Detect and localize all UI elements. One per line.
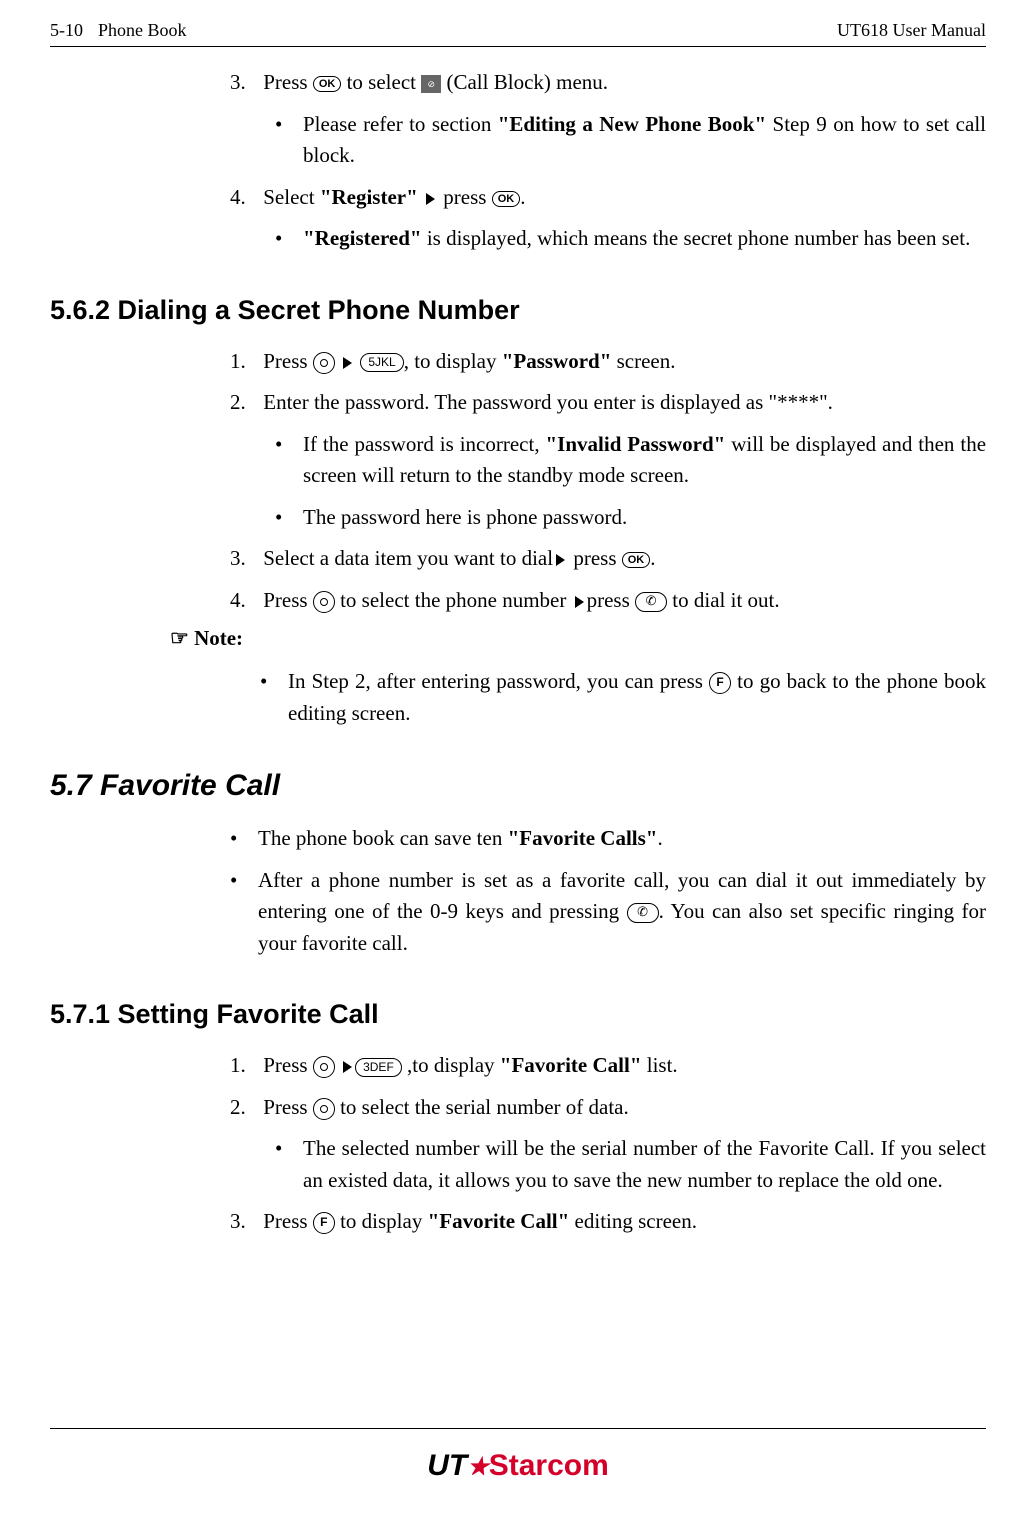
section-heading: 5.7.1 Setting Favorite Call	[50, 999, 986, 1030]
text: Press	[263, 588, 313, 612]
text: press	[438, 185, 492, 209]
doc-title: UT618 User Manual	[837, 20, 986, 41]
text-bold: "Register"	[320, 185, 418, 209]
list-item: 1. Press 3DEF ,to display "Favorite Call…	[230, 1050, 986, 1082]
list-item: 3. Select a data item you want to dial p…	[230, 543, 986, 575]
text: Press	[263, 1053, 313, 1077]
text: Press	[263, 70, 313, 94]
nav-circle-icon	[313, 352, 335, 374]
logo: UT★Starcom	[427, 1449, 609, 1482]
bullet-item: If the password is incorrect, "Invalid P…	[275, 429, 986, 492]
bullet-item: Please refer to section "Editing a New P…	[275, 109, 986, 172]
text: to display	[335, 1209, 428, 1233]
arrow-icon	[343, 357, 352, 369]
text: to select	[341, 70, 421, 94]
bullet-item: The password here is phone password.	[275, 502, 986, 534]
section-heading: 5.6.2 Dialing a Secret Phone Number	[50, 295, 986, 326]
text: editing screen.	[569, 1209, 697, 1233]
logo-ut: UT	[427, 1449, 467, 1482]
ok-button-icon: OK	[492, 191, 521, 207]
page-header: 5-10 Phone Book UT618 User Manual	[50, 20, 986, 47]
call-button-icon: ✆	[627, 903, 659, 923]
text-bold: "Favorite Call"	[500, 1053, 642, 1077]
bullet-item: The phone book can save ten "Favorite Ca…	[230, 823, 986, 855]
arrow-icon	[343, 1061, 352, 1073]
list-item: 3. Press F to display "Favorite Call" ed…	[230, 1206, 986, 1238]
text: to dial it out.	[667, 588, 780, 612]
text: Please refer to section	[303, 112, 498, 136]
logo-starcom: Starcom	[489, 1449, 609, 1482]
nav-circle-icon	[313, 591, 335, 613]
bullet-item: In Step 2, after entering password, you …	[260, 666, 986, 729]
text: If the password is incorrect,	[303, 432, 546, 456]
page-footer: UT★Starcom	[50, 1428, 986, 1483]
note-label: ☞ Note:	[170, 626, 986, 651]
list-item: 2. Press to select the serial number of …	[230, 1092, 986, 1124]
text: The phone book can save ten	[258, 826, 508, 850]
text: list.	[641, 1053, 677, 1077]
ok-button-icon: OK	[622, 552, 651, 568]
text: screen.	[611, 349, 675, 373]
text-bold: "Favorite Calls"	[508, 826, 658, 850]
text: Press	[263, 349, 313, 373]
section-name: Phone Book	[98, 20, 187, 41]
bullet-item: "Registered" is displayed, which means t…	[275, 223, 986, 255]
text: press	[568, 546, 622, 570]
list-item: 4. Press to select the phone number pres…	[230, 585, 986, 617]
arrow-icon	[556, 554, 565, 566]
call-button-icon: ✆	[635, 592, 667, 612]
text-bold: "Editing a New Phone Book"	[498, 112, 766, 136]
arrow-icon	[426, 193, 435, 205]
text: The selected number will be the serial n…	[303, 1136, 986, 1192]
list-item: 4. Select "Register" press OK.	[230, 182, 986, 214]
text-bold: "Invalid Password"	[546, 432, 726, 456]
text: Press	[263, 1209, 313, 1233]
section-heading-major: 5.7 Favorite Call	[50, 769, 986, 803]
key-5-icon: 5JKL	[360, 353, 403, 372]
text: to select the phone number	[335, 588, 572, 612]
bullet-item: After a phone number is set as a favorit…	[230, 865, 986, 960]
text: (Call Block) menu.	[441, 70, 608, 94]
logo-star-icon: ★	[467, 1454, 489, 1481]
list-item: 2. Enter the password. The password you …	[230, 387, 986, 419]
text: Enter the password. The password you ent…	[263, 390, 833, 414]
page-number: 5-10	[50, 20, 83, 41]
arrow-icon	[575, 596, 584, 608]
page-content: 3. Press OK to select ⊘ (Call Block) men…	[50, 67, 986, 1238]
text-bold: "Registered"	[303, 226, 422, 250]
text: is displayed, which means the secret pho…	[422, 226, 971, 250]
text: Select a data item you want to dial	[263, 546, 553, 570]
text-bold: "Password"	[502, 349, 612, 373]
list-item: 3. Press OK to select ⊘ (Call Block) men…	[230, 67, 986, 99]
nav-circle-icon	[313, 1098, 335, 1120]
text: press	[587, 588, 635, 612]
text-bold: "Favorite Call"	[428, 1209, 570, 1233]
bullet-item: The selected number will be the serial n…	[275, 1133, 986, 1196]
f-button-icon: F	[709, 672, 731, 694]
text: In Step 2, after entering password, you …	[288, 669, 709, 693]
f-button-icon: F	[313, 1212, 335, 1234]
list-item: 1. Press 5JKL, to display "Password" scr…	[230, 346, 986, 378]
call-block-icon: ⊘	[421, 75, 441, 93]
text: Press	[263, 1095, 313, 1119]
key-3-icon: 3DEF	[355, 1058, 402, 1077]
ok-button-icon: OK	[313, 76, 342, 92]
text: to select the serial number of data.	[335, 1095, 629, 1119]
hand-icon: ☞	[170, 626, 189, 650]
nav-circle-icon	[313, 1056, 335, 1078]
text: The password here is phone password.	[303, 505, 627, 529]
text: Select	[263, 185, 320, 209]
text-bold: Note:	[189, 626, 243, 650]
text: ,to display	[402, 1053, 500, 1077]
text: , to display	[404, 349, 502, 373]
